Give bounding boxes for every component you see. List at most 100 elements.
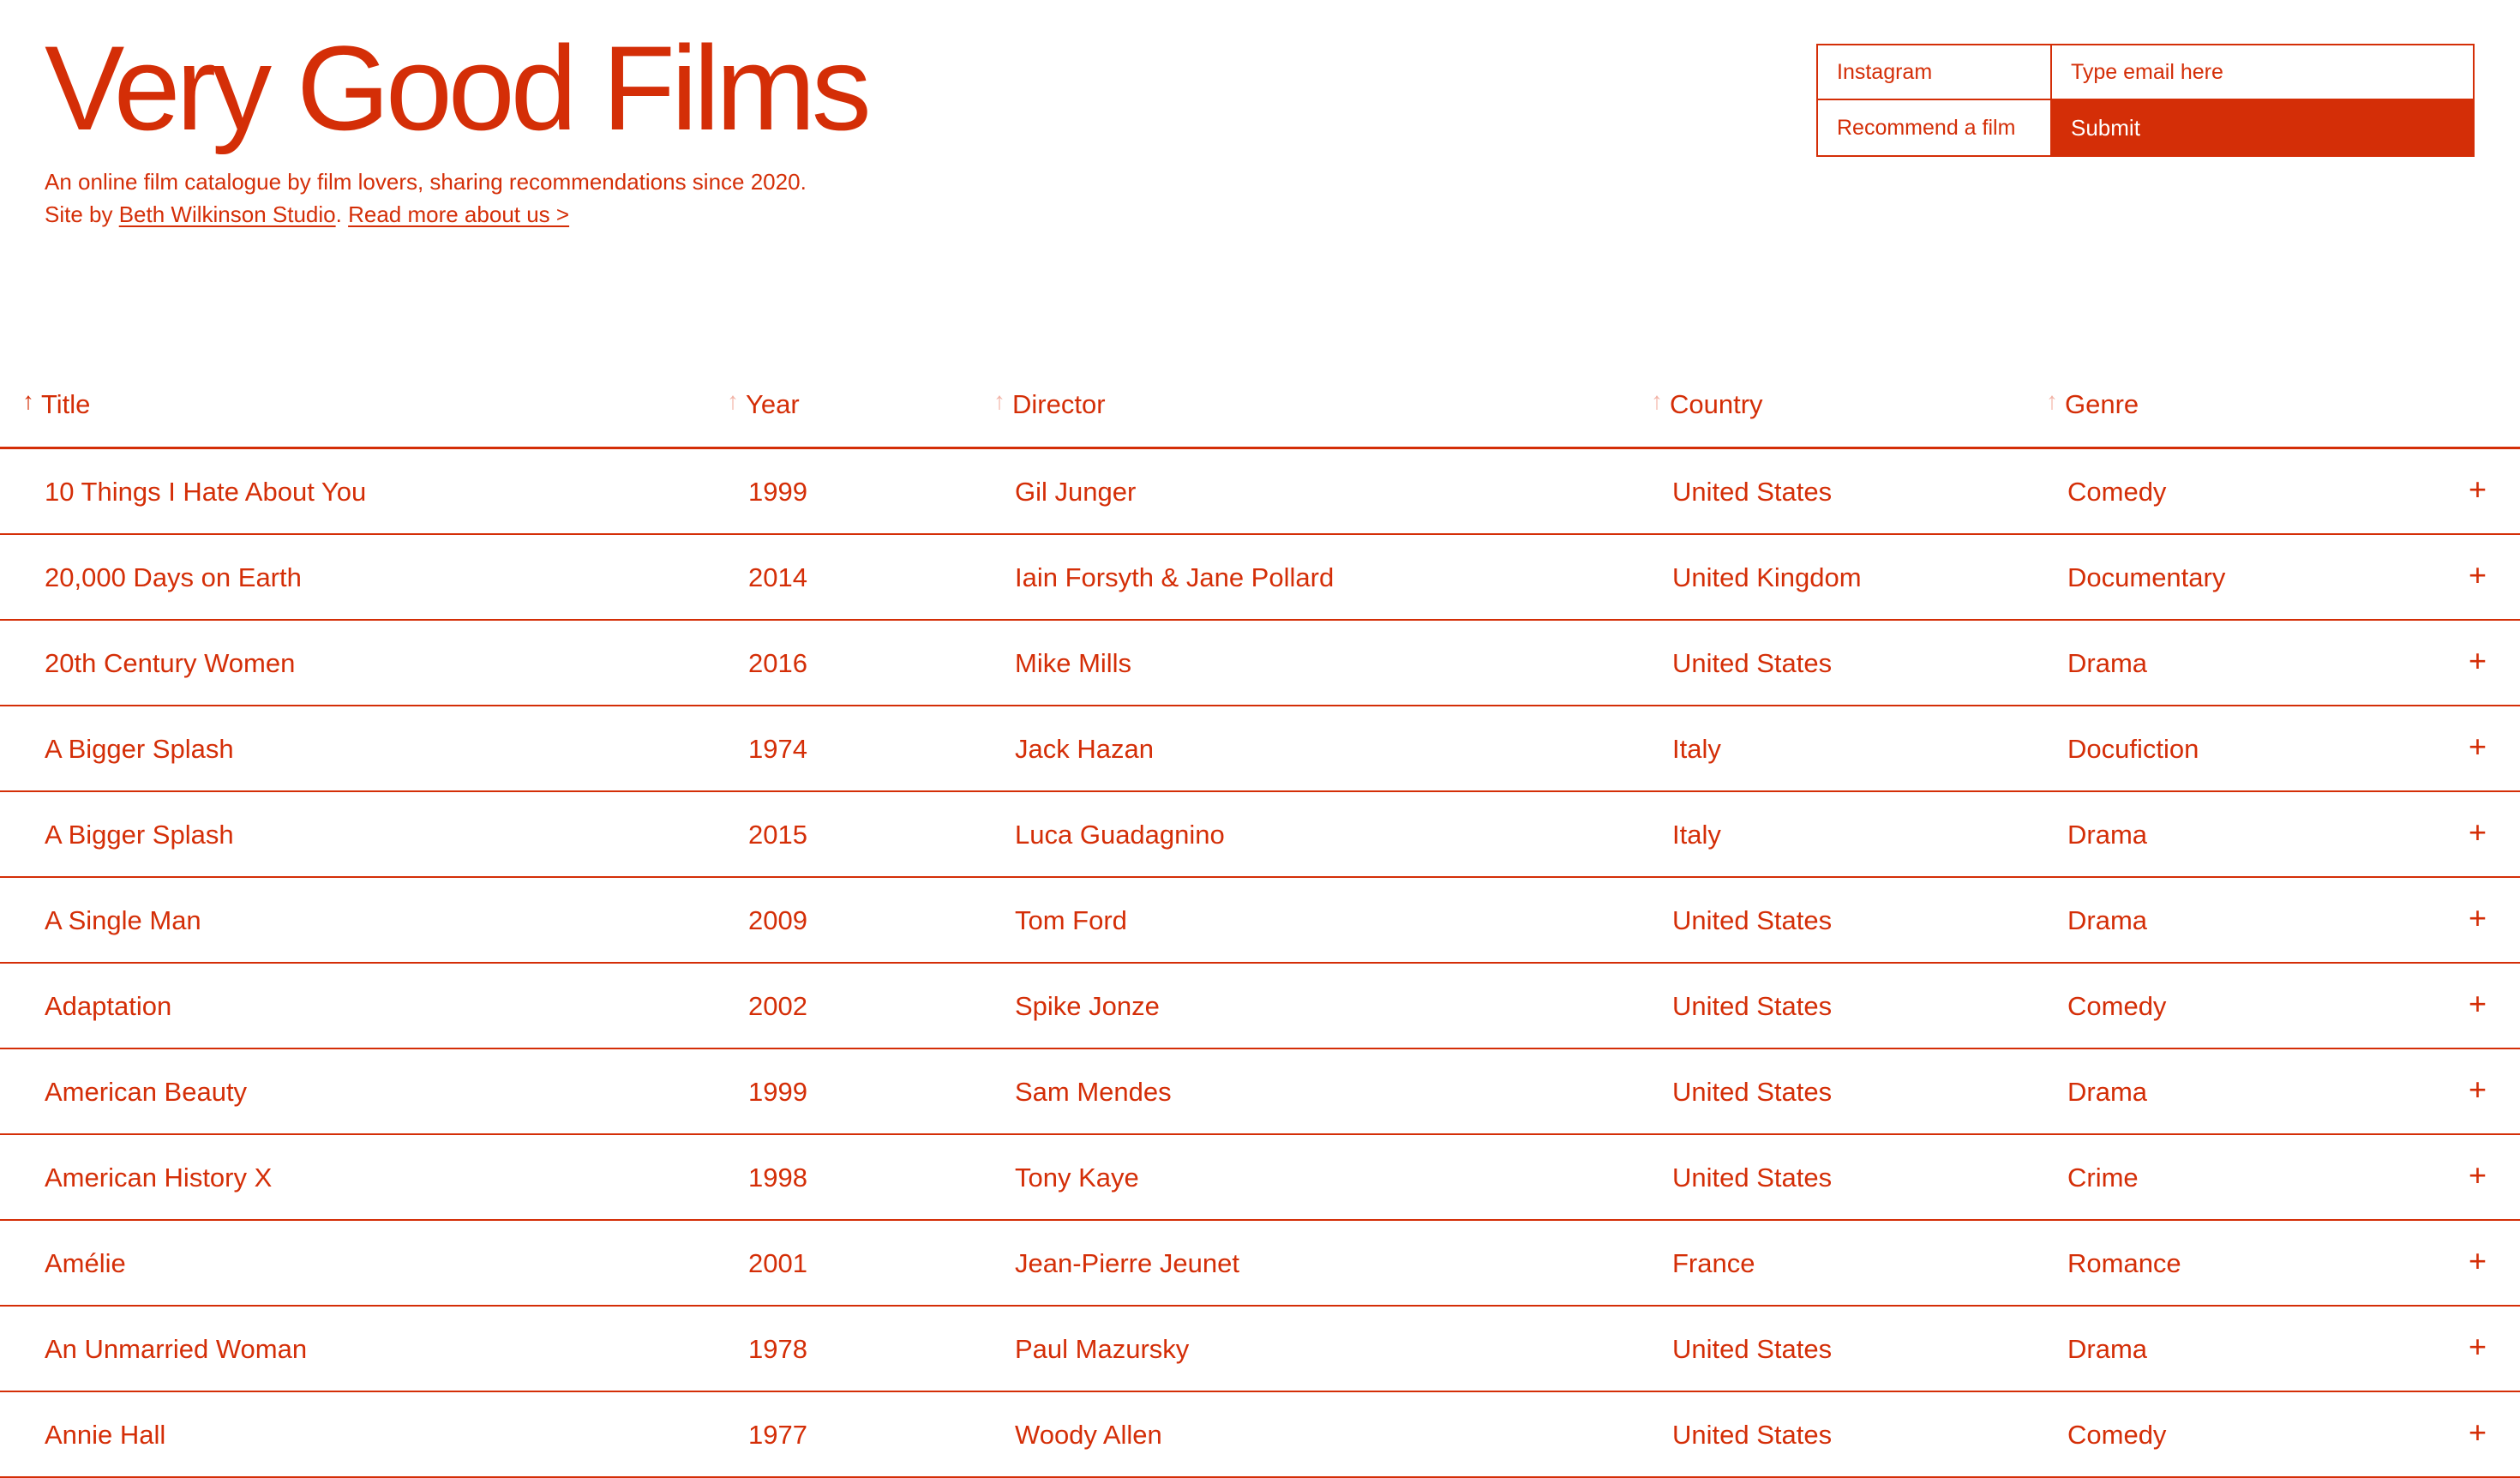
table-row[interactable]: Amélie 2001 Jean-Pierre Jeunet France Ro… (0, 1221, 2520, 1307)
film-title: Amélie (45, 1248, 126, 1278)
sort-arrow-icon: ↑ (993, 388, 1005, 414)
film-year: 1999 (748, 1077, 807, 1107)
film-year: 2016 (748, 648, 807, 678)
expand-plus-icon[interactable]: + (2469, 1329, 2487, 1365)
film-genre: Comedy (2067, 1420, 2167, 1450)
expand-plus-icon[interactable]: + (2469, 729, 2487, 765)
expand-plus-icon[interactable]: + (2469, 472, 2487, 508)
table-row[interactable]: A Bigger Splash 1974 Jack Hazan Italy Do… (0, 706, 2520, 792)
email-input[interactable] (2052, 45, 2473, 99)
film-director: Jean-Pierre Jeunet (1015, 1248, 1239, 1278)
instagram-link[interactable]: Instagram (1818, 45, 2052, 100)
film-genre: Romance (2067, 1248, 2181, 1278)
expand-plus-icon[interactable]: + (2469, 643, 2487, 679)
site-title: Very Good Films (45, 21, 872, 155)
table-row[interactable]: An Unmarried Woman 1978 Paul Mazursky Un… (0, 1307, 2520, 1392)
film-country: Italy (1672, 734, 1721, 764)
column-header-label: Director (1012, 389, 1106, 419)
expand-plus-icon[interactable]: + (2469, 986, 2487, 1022)
film-genre: Documentary (2067, 562, 2226, 592)
film-year: 1977 (748, 1420, 807, 1450)
film-country: United States (1672, 1077, 1833, 1107)
film-director: Mike Mills (1015, 648, 1132, 678)
film-genre: Drama (2067, 820, 2148, 850)
column-header-genre[interactable]: ↑ Genre (2046, 388, 2139, 420)
film-director: Jack Hazan (1015, 734, 1154, 764)
table-header: ↑ Title ↑ Year ↑ Director ↑ Country ↑ Ge… (0, 377, 2520, 449)
film-table-body: 10 Things I Hate About You 1999 Gil Jung… (0, 449, 2520, 1478)
film-title: American History X (45, 1163, 273, 1193)
film-country: United States (1672, 1420, 1833, 1450)
film-country: United States (1672, 1334, 1833, 1364)
credits-line: Site by Beth Wilkinson Studio. Read more… (45, 198, 807, 231)
table-row[interactable]: Annie Hall 1977 Woody Allen United State… (0, 1392, 2520, 1478)
film-country: United States (1672, 1163, 1833, 1193)
site-by-label: Site by (45, 201, 119, 227)
film-title: Annie Hall (45, 1420, 166, 1450)
table-row[interactable]: American History X 1998 Tony Kaye United… (0, 1135, 2520, 1221)
film-director: Iain Forsyth & Jane Pollard (1015, 562, 1335, 592)
recommend-label: Recommend a film (1818, 100, 2052, 155)
film-title: 20,000 Days on Earth (45, 562, 302, 592)
expand-plus-icon[interactable]: + (2469, 1415, 2487, 1451)
expand-plus-icon[interactable]: + (2469, 900, 2487, 936)
film-title: 10 Things I Hate About You (45, 477, 367, 507)
film-title: An Unmarried Woman (45, 1334, 308, 1364)
sort-arrow-icon: ↑ (22, 388, 34, 414)
film-country: United Kingdom (1672, 562, 1862, 592)
submit-button[interactable]: Submit (2052, 100, 2473, 155)
film-year: 2001 (748, 1248, 807, 1278)
table-row[interactable]: 10 Things I Hate About You 1999 Gil Jung… (0, 449, 2520, 535)
film-director: Woody Allen (1015, 1420, 1162, 1450)
column-header-label: Title (41, 389, 91, 419)
film-year: 2014 (748, 562, 807, 592)
film-genre: Drama (2067, 905, 2148, 935)
expand-plus-icon[interactable]: + (2469, 814, 2487, 850)
film-title: A Bigger Splash (45, 820, 234, 850)
sort-arrow-icon: ↑ (727, 388, 739, 414)
expand-plus-icon[interactable]: + (2469, 1243, 2487, 1279)
film-genre: Crime (2067, 1163, 2139, 1193)
film-director: Tony Kaye (1015, 1163, 1139, 1193)
column-header-year[interactable]: ↑ Year (727, 388, 800, 420)
film-year: 1999 (748, 477, 807, 507)
film-country: United States (1672, 905, 1833, 935)
table-row[interactable]: A Single Man 2009 Tom Ford United States… (0, 878, 2520, 964)
column-header-director[interactable]: ↑ Director (993, 388, 1106, 420)
table-row[interactable]: A Bigger Splash 2015 Luca Guadagnino Ita… (0, 792, 2520, 878)
film-year: 2002 (748, 991, 807, 1021)
sort-arrow-icon: ↑ (2046, 388, 2058, 414)
film-genre: Docufiction (2067, 734, 2199, 764)
table-row[interactable]: 20,000 Days on Earth 2014 Iain Forsyth &… (0, 535, 2520, 621)
column-header-label: Year (746, 389, 800, 419)
film-country: United States (1672, 648, 1833, 678)
film-director: Paul Mazursky (1015, 1334, 1190, 1364)
film-genre: Drama (2067, 1077, 2148, 1107)
credits-period: . (335, 201, 342, 227)
film-director: Sam Mendes (1015, 1077, 1172, 1107)
film-year: 2009 (748, 905, 807, 935)
film-genre: Drama (2067, 1334, 2148, 1364)
expand-plus-icon[interactable]: + (2469, 1072, 2487, 1108)
film-title: Adaptation (45, 991, 172, 1021)
film-year: 2015 (748, 820, 807, 850)
recommend-form: Instagram Recommend a film Submit (1816, 44, 2475, 157)
film-title: 20th Century Women (45, 648, 296, 678)
expand-plus-icon[interactable]: + (2469, 1157, 2487, 1193)
table-row[interactable]: 20th Century Women 2016 Mike Mills Unite… (0, 621, 2520, 706)
film-country: Italy (1672, 820, 1721, 850)
column-header-label: Genre (2065, 389, 2139, 419)
film-country: United States (1672, 477, 1833, 507)
column-header-title[interactable]: ↑ Title (22, 388, 91, 420)
about-link[interactable]: Read more about us > (348, 201, 569, 227)
film-year: 1998 (748, 1163, 807, 1193)
table-row[interactable]: Adaptation 2002 Spike Jonze United State… (0, 964, 2520, 1049)
column-header-country[interactable]: ↑ Country (1651, 388, 1763, 420)
expand-plus-icon[interactable]: + (2469, 557, 2487, 593)
table-row[interactable]: American Beauty 1999 Sam Mendes United S… (0, 1049, 2520, 1135)
film-genre: Comedy (2067, 991, 2167, 1021)
studio-link[interactable]: Beth Wilkinson Studio (119, 201, 336, 227)
film-genre: Drama (2067, 648, 2148, 678)
site-tagline: An online film catalogue by film lovers,… (45, 165, 807, 231)
film-director: Tom Ford (1015, 905, 1127, 935)
